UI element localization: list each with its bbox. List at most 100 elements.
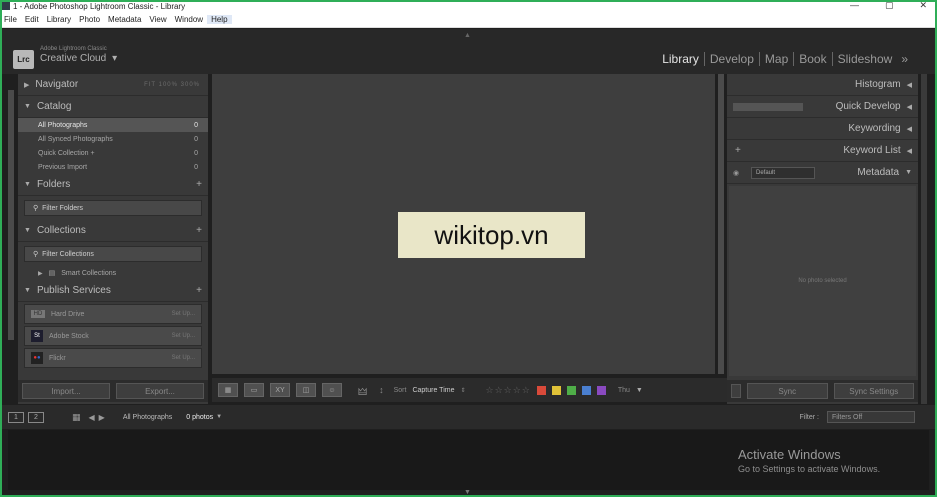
color-label-purple[interactable] xyxy=(596,385,606,395)
setup-button[interactable]: Set Up... xyxy=(172,333,195,339)
rating-stars[interactable]: ☆☆☆☆☆ xyxy=(486,385,531,396)
main-screen-button[interactable]: 1 xyxy=(8,411,24,423)
nav-arrows-icon[interactable]: ◀▶ xyxy=(89,413,109,422)
menu-metadata[interactable]: Metadata xyxy=(104,15,145,24)
setup-button[interactable]: Set Up... xyxy=(172,311,195,317)
catalog-row-quick-collection[interactable]: Quick Collection + 0 xyxy=(18,146,208,160)
people-view-icon[interactable]: ☺ xyxy=(322,383,342,397)
menu-view[interactable]: View xyxy=(145,15,170,24)
survey-view-icon[interactable]: ◫ xyxy=(296,383,316,397)
catalog-header[interactable]: ▼ Catalog xyxy=(18,96,208,118)
sort-label: Sort xyxy=(393,386,407,394)
title-bar: 1 - Adobe Photoshop Lightroom Classic - … xyxy=(0,0,937,12)
loupe-view-icon[interactable]: ▭ xyxy=(244,383,264,397)
navigator-label: Navigator xyxy=(35,79,79,90)
top-panel-toggle-icon[interactable]: ▲ xyxy=(464,32,471,39)
catalog-row-previous-import[interactable]: Previous Import 0 xyxy=(18,160,208,174)
chevron-down-icon[interactable]: ▼ xyxy=(216,414,222,420)
export-button[interactable]: Export... xyxy=(116,383,204,399)
filter-collections-input[interactable]: ⚲ Filter Collections xyxy=(24,246,202,262)
maximize-button[interactable]: ▢ xyxy=(885,0,894,11)
smart-collection-icon: ▤ xyxy=(48,270,56,277)
saved-preset-bar[interactable] xyxy=(733,102,803,111)
toolbar-menu-icon[interactable]: ▼ xyxy=(636,387,643,394)
catalog-row-synced[interactable]: All Synced Photographs 0 xyxy=(18,132,208,146)
sort-direction-icon[interactable]: ↕ xyxy=(379,385,384,395)
triangle-left-icon: ◀ xyxy=(906,125,912,133)
color-label-yellow[interactable] xyxy=(551,385,561,395)
collections-header[interactable]: ▼ Collections + xyxy=(18,220,208,242)
add-keyword-icon[interactable]: + xyxy=(735,145,741,156)
metadata-header[interactable]: ◉ Default Metadata ▼ xyxy=(727,162,918,184)
filmstrip-bar: 1 2 ▦ ◀▶ All Photographs 0 photos ▼ Filt… xyxy=(0,405,937,429)
module-book[interactable]: Book xyxy=(793,52,831,66)
bottom-panel-toggle-icon[interactable]: ▼ xyxy=(464,489,471,496)
menu-file[interactable]: File xyxy=(0,15,21,24)
setup-button[interactable]: Set Up... xyxy=(172,355,195,361)
grid-view-icon[interactable]: ▦ xyxy=(72,412,81,423)
triangle-left-icon: ◀ xyxy=(906,103,912,111)
menu-library[interactable]: Library xyxy=(43,15,75,24)
keywording-header[interactable]: Keywording ◀ xyxy=(727,118,918,140)
import-button[interactable]: Import... xyxy=(22,383,110,399)
menu-edit[interactable]: Edit xyxy=(21,15,43,24)
more-modules-icon[interactable]: » xyxy=(897,52,913,66)
menu-photo[interactable]: Photo xyxy=(75,15,104,24)
triangle-down-icon: ▼ xyxy=(905,169,912,176)
publish-service-hard-drive[interactable]: HD Hard Drive Set Up... xyxy=(24,304,202,324)
close-button[interactable]: ✕ xyxy=(919,0,927,11)
filmstrip-source[interactable]: All Photographs xyxy=(123,414,172,421)
eye-icon: ◉ xyxy=(733,169,740,177)
left-panel-scrollbar[interactable] xyxy=(8,90,14,340)
service-name: Flickr xyxy=(49,354,66,362)
menu-bar: File Edit Library Photo Metadata View Wi… xyxy=(0,12,937,28)
color-label-blue[interactable] xyxy=(581,385,591,395)
color-label-red[interactable] xyxy=(536,385,546,395)
catalog-row-count: 0 xyxy=(194,163,198,171)
second-screen-button[interactable]: 2 xyxy=(28,411,44,423)
sync-settings-button[interactable]: Sync Settings xyxy=(833,383,914,399)
add-service-icon[interactable]: + xyxy=(196,285,202,296)
publish-service-adobe-stock[interactable]: St Adobe Stock Set Up... xyxy=(24,326,202,346)
grid-view-icon[interactable]: ▦ xyxy=(218,383,238,397)
navigator-zoom-options[interactable]: FIT 100% 300% xyxy=(144,82,200,88)
publish-service-flickr[interactable]: ● ● Flickr Set Up... xyxy=(24,348,202,368)
keyword-list-header[interactable]: + Keyword List ◀ xyxy=(727,140,918,162)
triangle-down-icon: ▼ xyxy=(24,181,31,188)
smart-collections-item[interactable]: ▶ ▤ Smart Collections xyxy=(18,266,208,280)
adobe-stock-icon: St xyxy=(31,330,43,342)
filter-select[interactable]: Filters Off xyxy=(827,411,915,423)
publish-services-header[interactable]: ▼ Publish Services + xyxy=(18,280,208,302)
spray-can-icon[interactable]: 🜲 xyxy=(358,380,367,401)
sort-select[interactable]: Capture Time xyxy=(412,387,454,394)
menu-window[interactable]: Window xyxy=(171,15,207,24)
filter-collections-label: Filter Collections xyxy=(42,250,94,258)
catalog-row-all-photographs[interactable]: All Photographs 0 xyxy=(18,118,208,132)
add-folder-icon[interactable]: + xyxy=(196,179,202,190)
menu-help[interactable]: Help xyxy=(207,15,232,24)
filter-folders-input[interactable]: ⚲ Filter Folders xyxy=(24,200,202,216)
folders-header[interactable]: ▼ Folders + xyxy=(18,174,208,196)
right-panel-scrollbar[interactable] xyxy=(921,74,927,404)
color-label-green[interactable] xyxy=(566,385,576,395)
metadata-preset-select[interactable]: Default xyxy=(751,166,815,179)
compare-view-icon[interactable]: XY xyxy=(270,383,290,397)
quick-develop-header[interactable]: Quick Develop ◀ xyxy=(727,96,918,118)
module-library[interactable]: Library xyxy=(657,52,704,66)
catalog-row-label: All Photographs xyxy=(38,121,88,129)
navigator-header[interactable]: ▶ Navigator FIT 100% 300% xyxy=(18,74,208,96)
histogram-header[interactable]: Histogram ◀ xyxy=(727,74,918,96)
triangle-down-icon: ▼ xyxy=(24,287,31,294)
auto-sync-toggle[interactable] xyxy=(731,384,741,398)
catalog-row-label: All Synced Photographs xyxy=(38,135,113,143)
minimize-button[interactable]: — xyxy=(850,0,859,11)
module-slideshow[interactable]: Slideshow xyxy=(831,52,898,66)
module-map[interactable]: Map xyxy=(758,52,793,66)
add-collection-icon[interactable]: + xyxy=(196,225,202,236)
identity-plate[interactable]: Adobe Lightroom Classic Creative Cloud ▾ xyxy=(40,46,117,64)
module-picker: Library Develop Map Book Slideshow » xyxy=(657,52,913,66)
sync-button[interactable]: Sync xyxy=(747,383,828,399)
metadata-label: Metadata xyxy=(857,167,900,178)
module-develop[interactable]: Develop xyxy=(703,52,759,66)
grid-scrollbar[interactable] xyxy=(718,74,724,374)
